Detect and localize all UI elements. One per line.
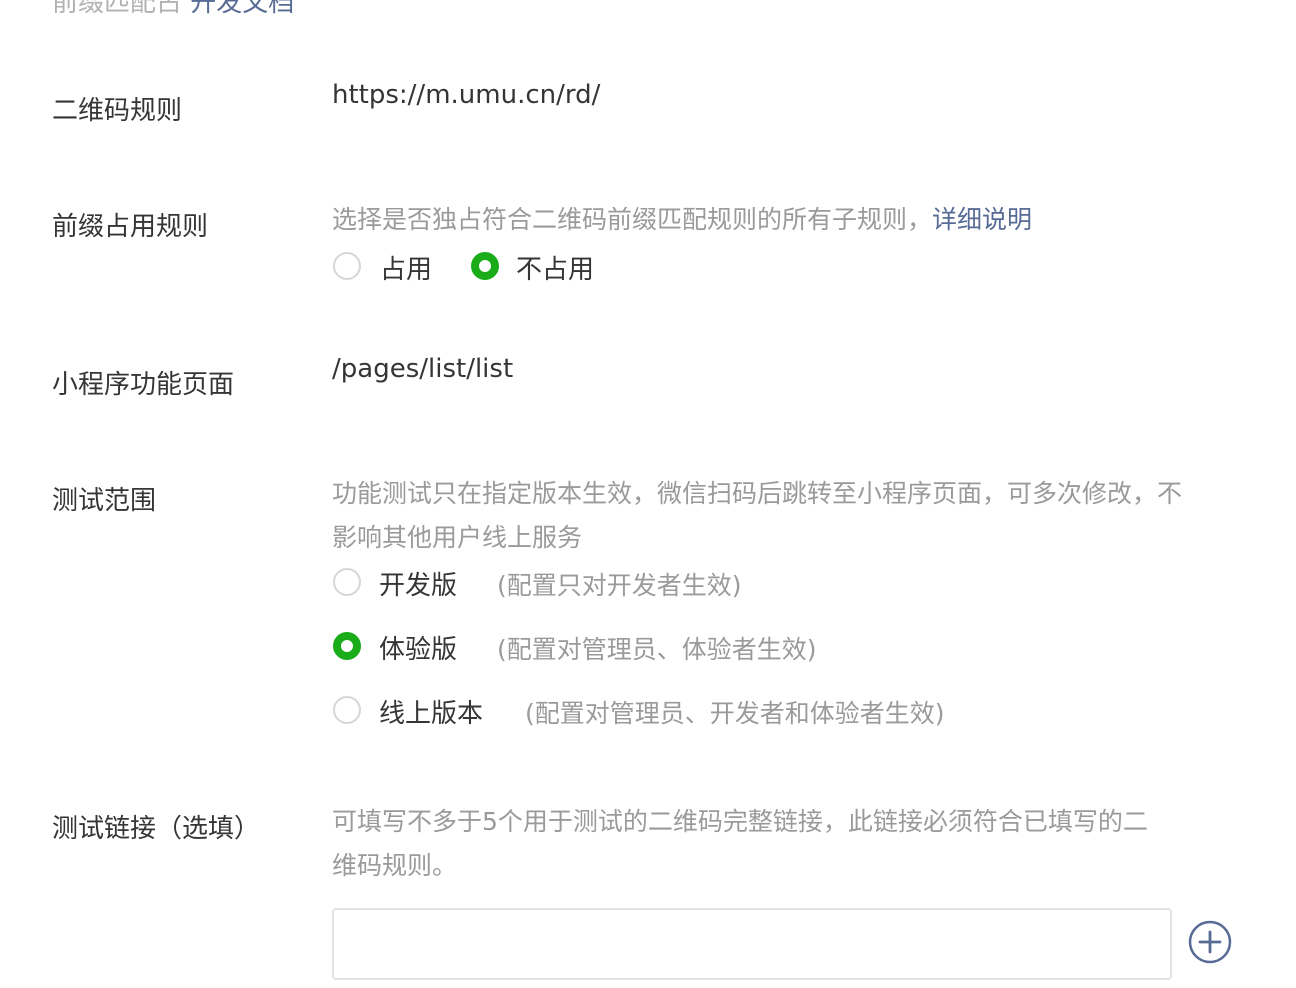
test-scope-desc: 功能测试只在指定版本生效，微信扫码后跳转至小程序页面，可多次修改，不影响其他用户…: [332, 479, 1183, 552]
scope-dev-radio[interactable]: [333, 568, 361, 596]
scope-release-radio[interactable]: [333, 696, 361, 724]
prefix-rule-desc-text: 选择是否独占符合二维码前缀匹配规则的所有子规则，: [332, 205, 933, 234]
scope-release-label[interactable]: 线上版本: [379, 693, 483, 730]
page-path-value: /pages/list/list: [332, 354, 514, 384]
add-test-link-button[interactable]: [1188, 920, 1232, 964]
prefix-occupy-label[interactable]: 占用: [380, 249, 432, 286]
prefix-rule-detail-link[interactable]: 详细说明: [932, 205, 1032, 234]
scope-dev-label[interactable]: 开发版: [379, 565, 457, 602]
scope-dev-note: (配置只对开发者生效): [497, 571, 742, 600]
dev-docs-link[interactable]: 开发文档: [190, 0, 294, 18]
prefix-rule-desc: 选择是否独占符合二维码前缀匹配规则的所有子规则，详细说明: [332, 198, 1182, 242]
qrcode-rule-value: https://m.umu.cn/rd/: [332, 80, 601, 110]
prefix-rule-label: 前缀占用规则: [52, 212, 209, 242]
qrcode-rule-label: 二维码规则: [52, 96, 183, 126]
scope-trial-radio[interactable]: [333, 632, 361, 660]
top-partial-text: 前缀匹配占 开发文档: [52, 0, 294, 19]
test-link-input[interactable]: [332, 908, 1172, 980]
prefix-occupy-radio[interactable]: [333, 252, 361, 280]
test-link-label: 测试链接（选填）: [52, 814, 261, 844]
prefix-not-occupy-radio[interactable]: [471, 252, 499, 280]
scope-trial-note: (配置对管理员、体验者生效): [497, 635, 817, 664]
scope-trial-label[interactable]: 体验版: [379, 629, 457, 666]
test-link-desc: 可填写不多于5个用于测试的二维码完整链接，此链接必须符合已填写的二维码规则。: [332, 807, 1148, 880]
page-path-label: 小程序功能页面: [52, 370, 235, 400]
plus-circle-icon: [1188, 920, 1232, 964]
prefix-not-occupy-label[interactable]: 不占用: [516, 249, 594, 286]
scope-release-note: (配置对管理员、开发者和体验者生效): [525, 699, 945, 728]
test-scope-label: 测试范围: [52, 486, 157, 516]
top-partial-label: 前缀匹配占: [52, 0, 191, 18]
